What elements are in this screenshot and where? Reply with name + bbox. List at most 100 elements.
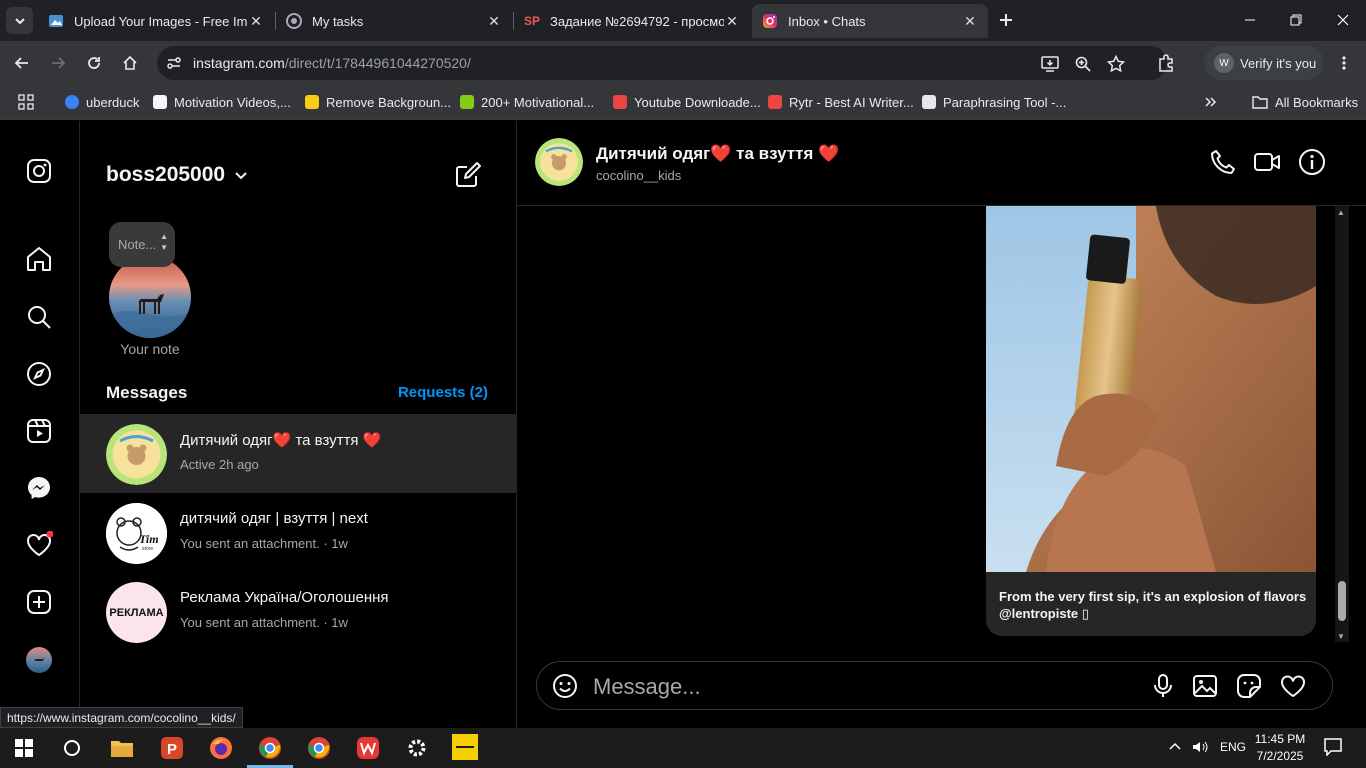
scroll-down-arrow[interactable]: ▼: [1337, 632, 1345, 641]
app-p-button[interactable]: P: [158, 734, 186, 762]
chat-header: Дитячий одяг❤️ та взуття ❤️ cocolino__ki…: [517, 121, 1366, 206]
firefox-button[interactable]: [207, 734, 235, 762]
start-button[interactable]: [10, 734, 38, 762]
bookmark-star-button[interactable]: [1105, 53, 1127, 75]
info-icon[interactable]: [1298, 148, 1326, 176]
messenger-icon[interactable]: [25, 474, 53, 502]
explore-icon[interactable]: [25, 360, 53, 388]
forward-button[interactable]: [44, 49, 72, 77]
bookmark-paraphrasing[interactable]: Paraphrasing Tool -...: [922, 92, 1066, 112]
address-bar[interactable]: instagram.com/direct/t/17844961044270520…: [157, 46, 1167, 80]
wps-button[interactable]: [354, 734, 382, 762]
chrome-button[interactable]: [305, 734, 333, 762]
settings-button[interactable]: [403, 734, 431, 762]
folder-icon: [1252, 96, 1268, 109]
reload-button[interactable]: [80, 49, 108, 77]
chat-name[interactable]: Дитячий одяг❤️ та взуття ❤️: [596, 144, 839, 164]
tab-zadanie[interactable]: SP Задание №2694792 - просмотр ✕: [514, 4, 750, 38]
chevron-up-icon: [1169, 742, 1181, 750]
note-input[interactable]: Note... ▲ ▼: [109, 222, 175, 267]
account-switcher[interactable]: boss205000: [106, 163, 249, 187]
instagram-favicon: [762, 13, 778, 29]
requests-link[interactable]: Requests (2): [398, 384, 488, 401]
url-text[interactable]: instagram.com/direct/t/17844961044270520…: [193, 55, 471, 71]
home-icon[interactable]: [25, 245, 53, 273]
volume-button[interactable]: [1192, 740, 1210, 754]
site-info-icon[interactable]: [165, 54, 183, 72]
scroll-up-arrow[interactable]: ▲: [1337, 208, 1345, 217]
install-icon: [1041, 56, 1059, 72]
instagram-logo-icon[interactable]: [25, 157, 53, 185]
bookmark-favicon: [922, 95, 936, 109]
install-app-button[interactable]: [1039, 53, 1061, 75]
close-icon[interactable]: ✕: [248, 13, 264, 29]
cortana-circle-icon: [64, 740, 80, 756]
close-window-button[interactable]: [1331, 8, 1355, 32]
close-icon[interactable]: ✕: [486, 13, 502, 29]
language-indicator[interactable]: ENG: [1220, 740, 1246, 754]
close-icon[interactable]: ✕: [724, 13, 740, 29]
new-tab-button[interactable]: [994, 8, 1018, 32]
your-note-avatar[interactable]: [109, 256, 191, 338]
profile-avatar-icon[interactable]: [25, 646, 53, 674]
taskbar-clock[interactable]: 11:45 PM 7/2/2025: [1250, 731, 1310, 765]
microphone-icon[interactable]: [1150, 673, 1176, 699]
tab-inbox-chats[interactable]: Inbox • Chats ✕: [752, 4, 988, 38]
image-icon[interactable]: [1192, 673, 1218, 699]
svg-text:Tim: Tim: [139, 532, 159, 546]
tray-overflow-button[interactable]: [1168, 740, 1182, 754]
bookmark-remove-bg[interactable]: Remove Backgroun...: [305, 92, 451, 112]
back-button[interactable]: [8, 49, 36, 77]
sticker-icon[interactable]: [1236, 673, 1262, 699]
bookmark-uberduck[interactable]: uberduck: [65, 92, 139, 112]
search-icon[interactable]: [25, 303, 53, 331]
post-caption: From the very first sip, it's an explosi…: [999, 589, 1307, 621]
apps-grid-icon: [18, 94, 34, 110]
zoom-button[interactable]: [1072, 53, 1094, 75]
all-bookmarks-button[interactable]: All Bookmarks: [1252, 92, 1358, 112]
browser-menu-button[interactable]: [1330, 49, 1358, 77]
restore-button[interactable]: [1284, 8, 1308, 32]
chat-scrollbar[interactable]: ▲ ▼: [1335, 206, 1349, 642]
notifications-heart-icon[interactable]: [25, 531, 53, 559]
conversation-item[interactable]: Дитячий одяг❤️ та взуття ❤️ Active 2h ag…: [80, 414, 516, 493]
new-message-icon[interactable]: [454, 161, 482, 189]
bookmarks-overflow-button[interactable]: [1204, 92, 1218, 112]
tab-my-tasks[interactable]: My tasks ✕: [276, 4, 512, 38]
chrome-profile-button[interactable]: [256, 734, 284, 762]
bookmark-rytr[interactable]: Rytr - Best AI Writer...: [768, 92, 914, 112]
scrollbar-thumb[interactable]: [1338, 581, 1346, 621]
nav-rail: [0, 121, 80, 728]
verify-profile-button[interactable]: W Verify it's you: [1204, 46, 1324, 80]
bookmark-youtube-downloader[interactable]: Youtube Downloade...: [613, 92, 761, 112]
avatar-text: РЕКЛАМА: [109, 606, 164, 619]
conversation-item[interactable]: Tim store дитячий одяг | взуття | next Yo…: [80, 493, 516, 572]
file-explorer-button[interactable]: [108, 734, 136, 762]
extensions-button[interactable]: [1152, 49, 1180, 77]
create-icon[interactable]: [25, 588, 53, 616]
shared-post[interactable]: From the very first sip, it's an explosi…: [986, 206, 1316, 636]
tasks-favicon: [286, 13, 302, 29]
emoji-icon[interactable]: [552, 673, 578, 699]
bookmark-motivation[interactable]: Motivation Videos,...: [153, 92, 291, 112]
tab-search-button[interactable]: [6, 7, 33, 34]
notifications-button[interactable]: [1324, 738, 1342, 756]
phone-icon[interactable]: [1209, 148, 1237, 176]
profile-avatar: W: [1214, 53, 1234, 73]
message-input[interactable]: [593, 672, 1093, 702]
video-call-icon[interactable]: [1253, 148, 1281, 176]
like-heart-icon[interactable]: [1280, 673, 1306, 699]
apps-button[interactable]: [18, 92, 34, 112]
home-button[interactable]: [116, 49, 144, 77]
tab-upload-images[interactable]: Upload Your Images - Free Imag ✕: [38, 4, 274, 38]
reels-icon[interactable]: [25, 417, 53, 445]
your-note-label: Your note: [120, 341, 180, 357]
search-button[interactable]: [58, 734, 86, 762]
minimize-button[interactable]: [1238, 8, 1262, 32]
conversation-item[interactable]: РЕКЛАМА Реклама Україна/Оголошення You s…: [80, 572, 516, 651]
chat-avatar[interactable]: [535, 138, 583, 186]
close-icon[interactable]: ✕: [962, 13, 978, 29]
chat-username[interactable]: cocolino__kids: [596, 168, 681, 183]
exness-button[interactable]: [452, 734, 478, 760]
bookmark-200-motivational[interactable]: 200+ Motivational...: [460, 92, 594, 112]
